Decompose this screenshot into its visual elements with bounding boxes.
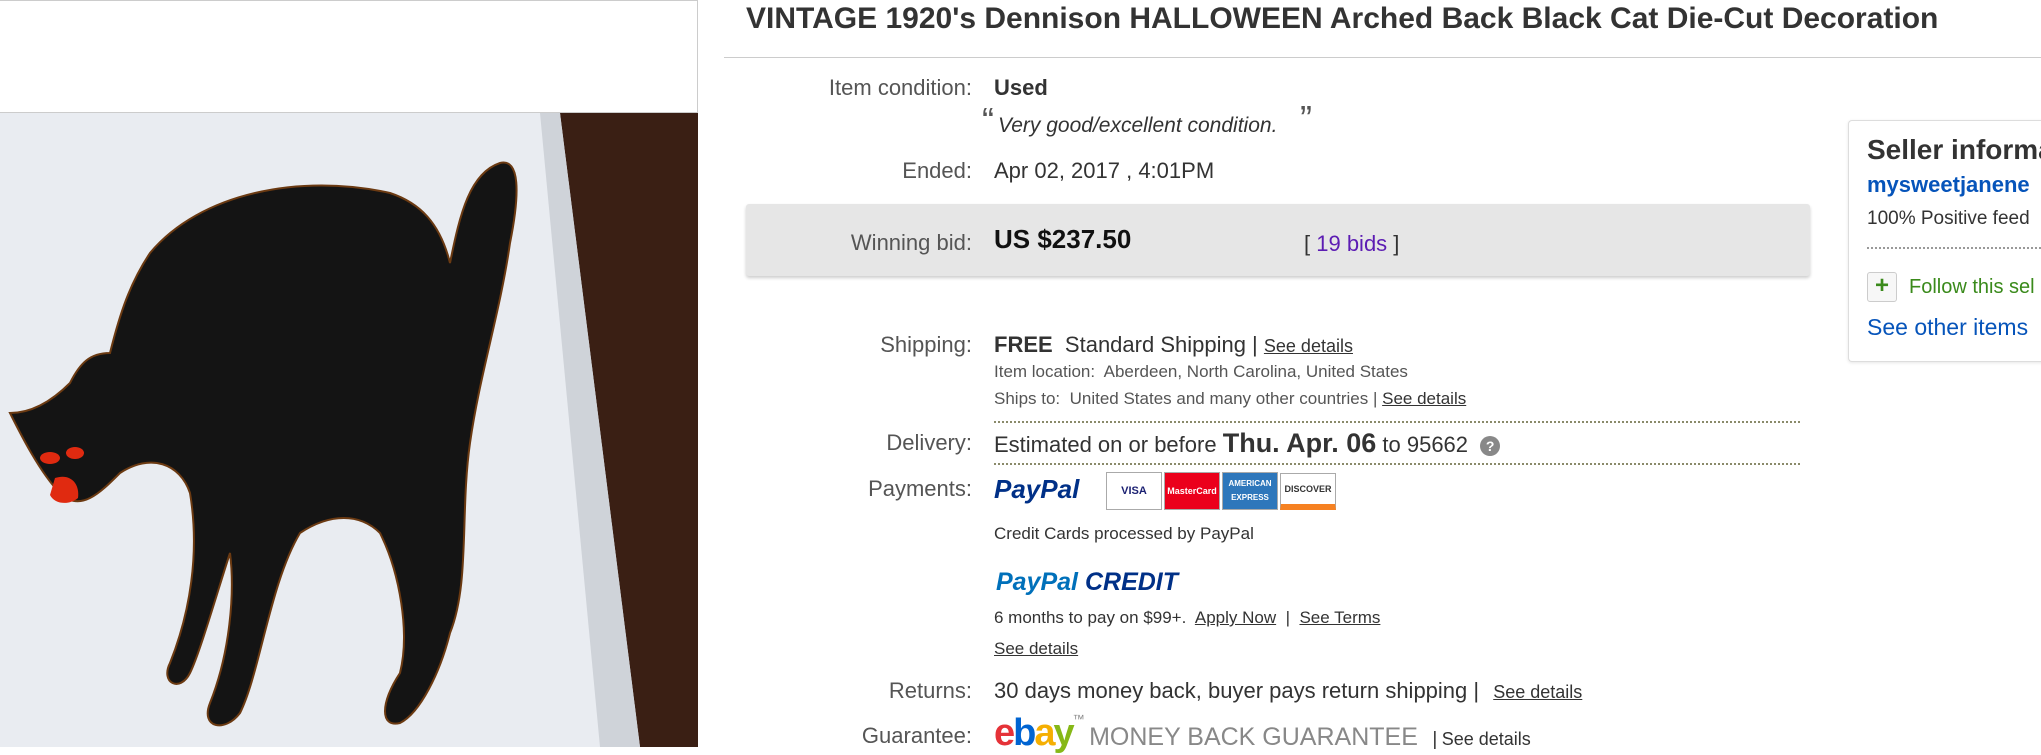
winning-bid-label: Winning bid: xyxy=(850,230,972,255)
shipping-method: Standard Shipping | xyxy=(1064,332,1258,357)
paypal-credit-paypal: PayPal xyxy=(996,568,1079,596)
seller-name-link[interactable]: mysweetjanene xyxy=(1867,172,2030,198)
credit-processed: Credit Cards processed by PayPal xyxy=(994,524,1254,543)
payments-label: Payments: xyxy=(868,476,972,501)
seller-info-heading: Seller informa xyxy=(1867,134,2041,165)
bracket-open: [ xyxy=(1304,231,1317,256)
paypal-credit-logo: PayPal CREDIT xyxy=(996,568,1178,597)
offer-separator: | xyxy=(1285,608,1290,627)
image-viewer-top xyxy=(0,0,698,113)
delivery-divider-top xyxy=(994,421,1800,423)
follow-seller-link[interactable]: Follow this sel xyxy=(1909,276,2035,299)
ended-label: Ended: xyxy=(902,158,972,183)
bid-count: [ 19 bids ] xyxy=(1304,231,1399,257)
winning-bid-value: US $237.50 xyxy=(994,224,1132,254)
apply-now-link[interactable]: Apply Now xyxy=(1195,608,1276,627)
ships-to-value: United States and many other countries | xyxy=(1069,389,1378,408)
returns-see-details-link[interactable]: See details xyxy=(1493,682,1582,702)
returns-value: 30 days money back, buyer pays return sh… xyxy=(994,678,1582,704)
ebay-b: b xyxy=(1013,712,1036,754)
visa-icon: VISA xyxy=(1106,472,1162,510)
follow-plus-icon[interactable]: + xyxy=(1867,272,1897,302)
quote-close: ” xyxy=(1300,98,1312,139)
shipping-line: FREE Standard Shipping | See details xyxy=(994,332,1353,358)
condition-value: Used xyxy=(994,75,1048,100)
see-terms-link[interactable]: See Terms xyxy=(1299,608,1380,627)
paypal-logo: PayPal xyxy=(994,474,1080,504)
delivery-to: to xyxy=(1382,432,1401,457)
delivery-prefix: Estimated on or before xyxy=(994,432,1217,457)
location-value: Aberdeen, North Carolina, United States xyxy=(1103,362,1408,381)
paypal-credit-word: CREDIT xyxy=(1084,568,1179,596)
ships-to-label: Ships to: xyxy=(994,389,1061,408)
shipping-label: Shipping: xyxy=(880,332,972,357)
amex-icon: AMERICAN EXPRESS xyxy=(1222,472,1278,510)
seller-divider xyxy=(1867,247,2041,249)
delivery-divider-bottom xyxy=(994,463,1800,465)
shipping-see-details-link[interactable]: See details xyxy=(1264,336,1353,356)
payments-see-details-link[interactable]: See details xyxy=(994,639,1078,659)
ships-to-see-details-link[interactable]: See details xyxy=(1382,389,1466,408)
paypal-credit-offer: 6 months to pay on $99+. Apply Now | See… xyxy=(994,608,1380,628)
item-title: VINTAGE 1920's Dennison HALLOWEEN Arched… xyxy=(746,2,1939,35)
condition-label: Item condition: xyxy=(828,75,972,100)
item-location: Item location: Aberdeen, North Carolina,… xyxy=(994,362,1408,382)
returns-label: Returns: xyxy=(888,678,972,703)
ended-value: Apr 02, 2017 , 4:01PM xyxy=(994,158,1215,183)
delivery-estimate: Estimated on or before Thu. Apr. 06 to 9… xyxy=(994,428,1501,459)
ebay-tm: ™ xyxy=(1072,712,1085,726)
item-photo[interactable] xyxy=(0,113,698,747)
card-logos: VISA MasterCardAMERICAN EXPRESSDISCOVER xyxy=(1106,472,1338,510)
bracket-close: ] xyxy=(1387,231,1400,256)
mastercard-icon: MasterCard xyxy=(1164,472,1220,510)
quote-open: “ xyxy=(982,100,994,141)
ebay-e: e xyxy=(994,712,1015,754)
delivery-label: Delivery: xyxy=(886,430,972,455)
help-icon[interactable]: ? xyxy=(1480,436,1501,457)
bid-history-link[interactable]: 19 bids xyxy=(1316,231,1387,256)
ebay-guarantee: ebay™ MONEY BACK GUARANTEE | See details xyxy=(994,712,1531,755)
title-divider xyxy=(724,57,2041,58)
guarantee-label: Guarantee: xyxy=(861,723,972,748)
black-cat-photo xyxy=(0,113,698,747)
offer-text: 6 months to pay on $99+. xyxy=(994,608,1187,627)
ebay-a: a xyxy=(1034,712,1055,754)
shipping-free: FREE xyxy=(994,332,1053,357)
delivery-date: Thu. Apr. 06 xyxy=(1222,428,1377,458)
see-other-items-link[interactable]: See other items xyxy=(1867,314,2028,341)
delivery-zip[interactable]: 95662 xyxy=(1407,432,1468,457)
guarantee-see-details-link[interactable]: See details xyxy=(1442,729,1531,749)
discover-icon: DISCOVER xyxy=(1280,472,1336,510)
ebay-logo: ebay xyxy=(994,712,1075,754)
returns-text: 30 days money back, buyer pays return sh… xyxy=(994,678,1480,703)
ships-to: Ships to: United States and many other c… xyxy=(994,389,1466,409)
ebay-y: y xyxy=(1053,712,1075,754)
seller-feedback: 100% Positive feed xyxy=(1867,208,2030,229)
location-label: Item location: xyxy=(994,362,1096,381)
condition-quote: Very good/excellent condition. xyxy=(998,114,1278,137)
